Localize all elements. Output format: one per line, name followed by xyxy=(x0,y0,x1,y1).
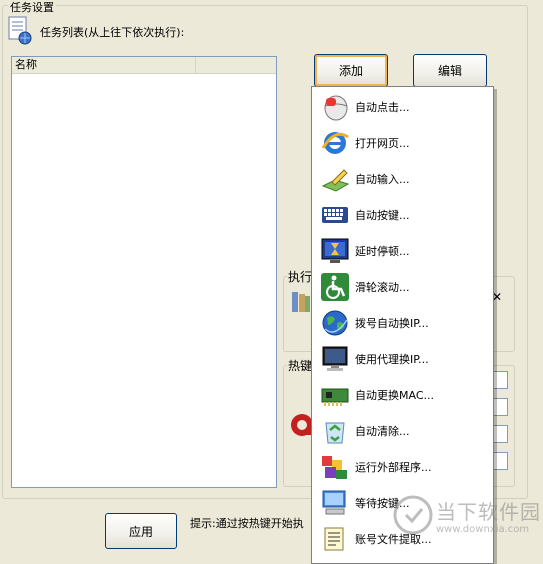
file-list-icon xyxy=(318,524,352,554)
menu-item-label: 运行外部程序... xyxy=(355,461,432,474)
add-button[interactable]: 添加 xyxy=(314,54,388,87)
recycle-icon xyxy=(318,416,352,446)
hint-text: 提示:通过按热键开始执 xyxy=(190,517,304,530)
hotkey-field-4[interactable] xyxy=(492,452,508,470)
menu-item-delay[interactable]: 延时停顿... xyxy=(312,233,493,269)
column-header-blank[interactable] xyxy=(196,57,276,73)
monitor-icon xyxy=(318,344,352,374)
group-title: 任务设置 xyxy=(8,1,56,14)
menu-item-wheel-scroll[interactable]: 滑轮滚动... xyxy=(312,269,493,305)
watermark: 当下软件园 www.downxia.com xyxy=(392,492,540,558)
menu-item-label: 自动清除... xyxy=(355,425,410,438)
hotkey-label: 热键 xyxy=(287,357,314,374)
menu-item-auto-click[interactable]: 自动点击... xyxy=(312,89,493,125)
hotkey-field-2[interactable] xyxy=(492,398,508,416)
menu-item-label: 滑轮滚动... xyxy=(355,281,410,294)
exec-label: 执行 xyxy=(287,268,314,285)
hourglass-icon xyxy=(318,236,352,266)
watermark-brand: 当下软件园 xyxy=(436,500,541,524)
books-icon xyxy=(290,290,312,316)
menu-item-label: 延时停顿... xyxy=(355,245,410,258)
computer-icon xyxy=(318,488,352,518)
edit-button[interactable]: 编辑 xyxy=(413,54,487,87)
menu-item-label: 自动更换MAC... xyxy=(355,389,434,402)
hotkey-field-3[interactable] xyxy=(492,425,508,443)
menu-item-label: 打开网页... xyxy=(355,137,410,150)
mouse-icon xyxy=(318,92,352,122)
menu-item-open-webpage[interactable]: 打开网页... xyxy=(312,125,493,161)
hotkey-field-1[interactable] xyxy=(492,371,508,389)
watermark-logo-icon xyxy=(393,495,433,535)
menu-item-label: 使用代理换IP... xyxy=(355,353,429,366)
column-header-name[interactable]: 名称 xyxy=(12,57,196,73)
pen-input-icon xyxy=(318,164,352,194)
menu-item-proxy-ip[interactable]: 使用代理换IP... xyxy=(312,341,493,377)
watermark-url: www.downxia.com xyxy=(436,524,530,535)
globe-icon xyxy=(318,308,352,338)
menu-item-dialup-ip[interactable]: 拨号自动换IP... xyxy=(312,305,493,341)
task-list-label: 任务列表(从上往下依次执行): xyxy=(40,26,185,39)
menu-item-auto-input[interactable]: 自动输入... xyxy=(312,161,493,197)
wheelchair-icon xyxy=(318,272,352,302)
keyboard-icon xyxy=(318,200,352,230)
apply-button[interactable]: 应用 xyxy=(105,513,177,549)
menu-item-label: 自动按键... xyxy=(355,209,410,222)
task-list[interactable]: 名称 xyxy=(11,56,277,488)
menu-item-label: 自动输入... xyxy=(355,173,410,186)
ie-icon xyxy=(318,128,352,158)
document-icon xyxy=(6,16,34,46)
menu-item-label: 拨号自动换IP... xyxy=(355,317,429,330)
menu-item-auto-clear[interactable]: 自动清除... xyxy=(312,413,493,449)
list-header: 名称 xyxy=(12,57,276,74)
menu-item-run-program[interactable]: 运行外部程序... xyxy=(312,449,493,485)
menu-item-auto-keypress[interactable]: 自动按键... xyxy=(312,197,493,233)
network-card-icon xyxy=(318,380,352,410)
menu-item-label: 自动点击... xyxy=(355,101,410,114)
blocks-icon xyxy=(318,452,352,482)
menu-item-change-mac[interactable]: 自动更换MAC... xyxy=(312,377,493,413)
